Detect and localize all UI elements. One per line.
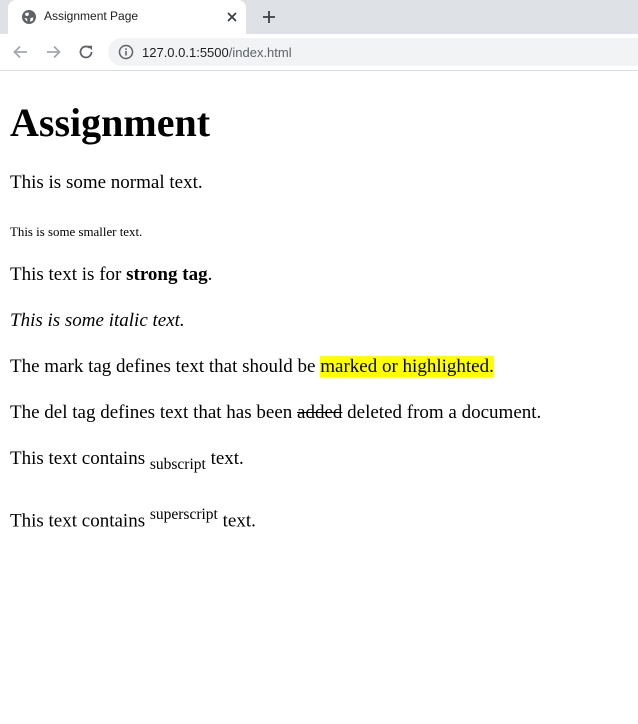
browser-tab[interactable]: Assignment Page [8,0,246,34]
address-bar[interactable]: 127.0.0.1:5500/index.html [108,38,638,66]
arrow-left-icon[interactable] [11,42,31,62]
reload-icon[interactable] [76,42,96,62]
del-suffix: deleted from a document. [342,402,542,423]
arrow-right-icon[interactable] [43,42,63,62]
info-icon[interactable] [118,44,134,60]
small-text: This is some smaller text. [10,224,143,239]
del-text-paragraph: The del tag defines text that has been a… [10,402,541,424]
subscript-text: subscript [149,455,206,473]
sub-suffix: text. [205,448,244,469]
strong-suffix: . [207,264,213,285]
browser-chrome: Assignment Page 127.0.0.1:5500/index.htm… [0,0,638,71]
page-heading: Assignment [10,100,211,145]
subscript-paragraph: This text contains subscript text. [10,448,244,476]
strong-prefix: This text is for [10,264,127,285]
browser-toolbar: 127.0.0.1:5500/index.html [0,34,638,71]
mark-text-paragraph: The mark tag defines text that should be… [10,356,494,378]
highlighted-text: marked or highlighted. [320,356,494,377]
globe-icon [22,10,36,24]
small-text-paragraph: This is some smaller text. [10,221,142,243]
sub-prefix: This text contains [10,448,150,469]
sup-prefix: This text contains [10,510,150,532]
sup-suffix: text. [217,510,256,532]
normal-text-paragraph: This is some normal text. [10,172,203,193]
close-icon[interactable] [224,9,240,25]
deleted-text: added [297,402,343,423]
superscript-text: superscript [149,506,218,523]
mark-prefix: The mark tag defines text that should be [10,356,321,377]
url-text[interactable]: 127.0.0.1:5500/index.html [142,45,292,60]
del-prefix: The del tag defines text that has been [10,402,298,423]
page-content: Assignment This is some normal text. Thi… [0,71,638,724]
superscript-paragraph: This text contains superscript text. [10,504,256,532]
tab-strip: Assignment Page [0,0,638,34]
url-host: 127.0.0.1:5500 [142,45,229,60]
italic-text-paragraph: This is some italic text. [10,310,185,331]
tab-title: Assignment Page [44,9,139,23]
plus-icon[interactable] [260,8,278,26]
url-path: /index.html [228,45,292,60]
strong-text-paragraph: This text is for strong tag. [10,264,212,286]
strong-text: strong tag [126,264,208,285]
